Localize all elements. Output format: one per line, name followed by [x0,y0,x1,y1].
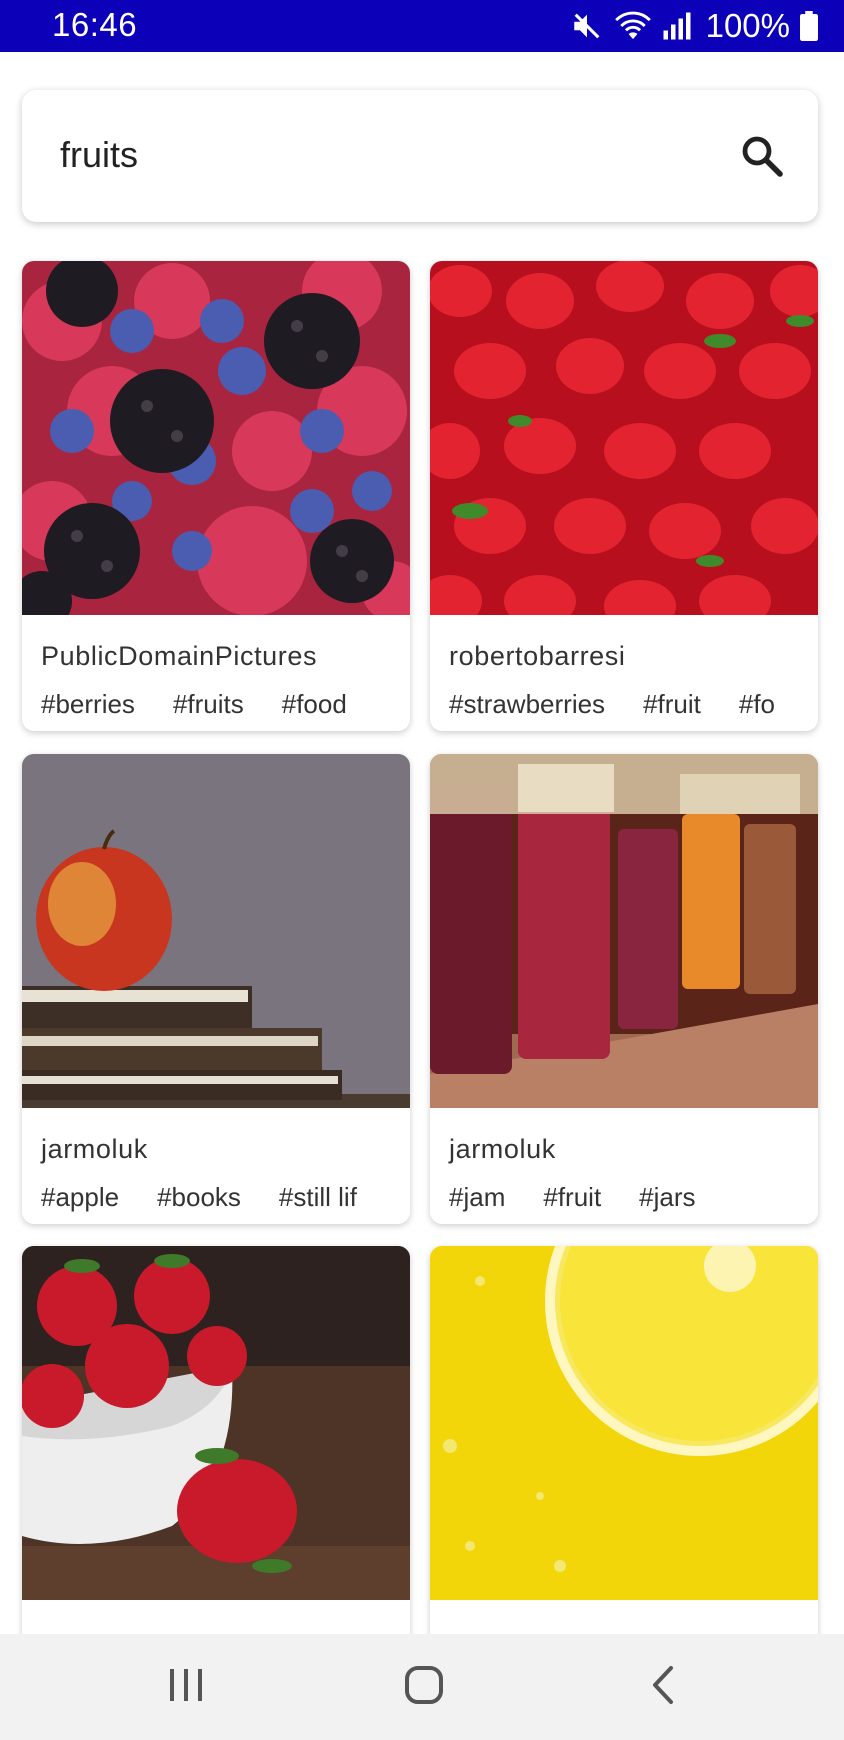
home-icon [403,1664,445,1711]
wifi-icon [614,9,652,43]
signal-icon [662,11,692,41]
search-bar[interactable]: fruits [22,90,818,222]
search-input[interactable]: fruits [60,134,138,176]
recent-apps-button[interactable] [136,1634,236,1740]
result-image[interactable] [22,261,410,615]
result-tags: #berries #fruits #food [41,689,410,720]
tag[interactable]: #jars [639,1182,695,1213]
tag[interactable]: #berries [41,689,135,720]
back-icon [647,1664,677,1711]
result-image[interactable] [430,261,818,615]
tag[interactable]: #food [282,689,347,720]
tag[interactable]: #fruit [543,1182,601,1213]
tag[interactable]: #books [157,1182,241,1213]
result-image[interactable] [430,754,818,1108]
battery-icon [800,11,818,41]
home-button[interactable] [374,1634,474,1740]
mute-icon [570,9,604,43]
status-time: 16:46 [52,6,138,43]
tag[interactable]: #strawberries [449,689,605,720]
tag[interactable]: #fo [739,689,775,720]
result-author: jarmoluk [449,1134,556,1164]
recent-apps-icon [166,1665,206,1710]
result-card[interactable]: jarmoluk #apple #books #still lif [22,754,410,1224]
result-author: jarmoluk [41,1134,148,1164]
result-author: PublicDomainPictures [41,641,318,671]
tag[interactable]: #fruit [643,689,701,720]
status-bar: 16:46 100% [0,0,844,52]
tag[interactable]: #fruits [173,689,244,720]
back-button[interactable] [612,1634,712,1740]
navigation-bar [0,1634,844,1740]
tag[interactable]: #jam [449,1182,505,1213]
result-card[interactable]: PublicDomainPictures #berries #fruits #f… [22,261,410,731]
battery-percent: 100% [705,7,790,44]
result-image[interactable] [430,1246,818,1600]
result-author: robertobarresi [449,641,626,671]
tag[interactable]: #still lif [279,1182,357,1213]
result-image[interactable] [22,754,410,1108]
result-tags: #strawberries #fruit #fo [449,689,818,720]
result-image[interactable] [22,1246,410,1600]
search-icon[interactable] [738,132,786,180]
result-card[interactable]: robertobarresi #strawberries #fruit #fo [430,261,818,731]
result-tags: #apple #books #still lif [41,1182,410,1213]
tag[interactable]: #apple [41,1182,119,1213]
result-card[interactable]: jarmoluk #jam #fruit #jars [430,754,818,1224]
result-tags: #jam #fruit #jars [449,1182,818,1213]
